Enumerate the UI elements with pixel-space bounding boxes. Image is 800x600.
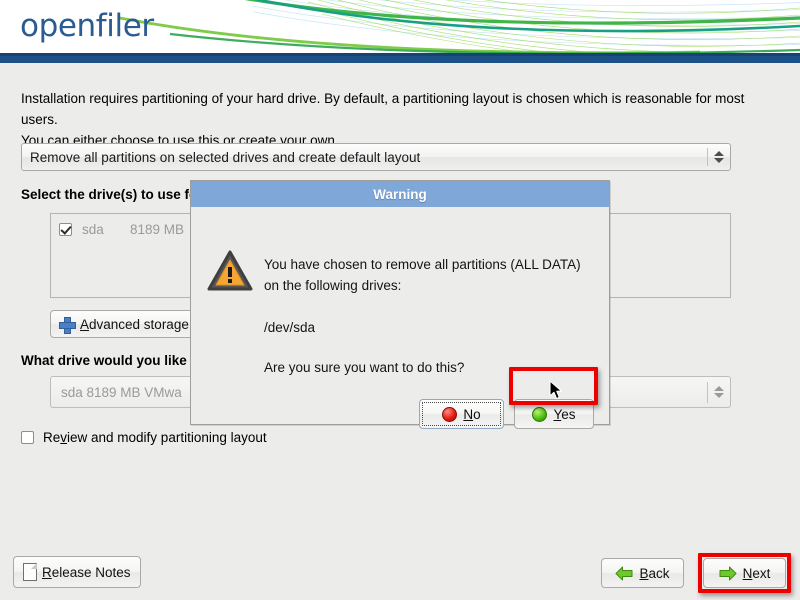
review-layout-checkbox[interactable] xyxy=(21,431,34,444)
back-button[interactable]: Back xyxy=(601,558,684,588)
dialog-yes-label: Yes xyxy=(553,406,576,422)
drive-checkbox[interactable] xyxy=(59,223,72,236)
dialog-yes-button[interactable]: Yes xyxy=(514,399,594,429)
next-label: Next xyxy=(742,565,771,581)
dialog-title-bar: Warning xyxy=(191,181,609,207)
advanced-storage-label: Advanced storage xyxy=(80,316,189,332)
drive-list-row[interactable]: sda 8189 MB xyxy=(59,222,184,237)
red-dot-icon xyxy=(442,406,458,422)
dialog-question: Are you sure you want to do this? xyxy=(264,360,465,375)
drive-size: 8189 MB xyxy=(130,222,185,237)
release-notes-button[interactable]: Release Notes xyxy=(13,556,141,588)
partition-layout-select[interactable]: Remove all partitions on selected drives… xyxy=(21,143,731,171)
warning-triangle-icon xyxy=(207,250,253,291)
warning-dialog: Warning You have chosen to remove all pa… xyxy=(190,180,610,429)
arrow-left-icon xyxy=(615,566,633,580)
plus-icon xyxy=(59,316,76,334)
back-label: Back xyxy=(639,565,670,581)
dialog-no-button[interactable]: No xyxy=(419,399,504,429)
banner-blue-bar-shade xyxy=(0,53,800,56)
advanced-storage-accel: A xyxy=(80,316,90,332)
select-drives-label: Select the drive(s) to use fo xyxy=(21,187,198,202)
review-layout-row[interactable]: Review and modify partitioning layout xyxy=(21,430,267,445)
release-notes-label: Release Notes xyxy=(42,564,131,580)
intro-text: Installation requires partitioning of yo… xyxy=(21,88,781,151)
dialog-drive-name: /dev/sda xyxy=(264,320,316,335)
dialog-no-label: No xyxy=(463,406,481,422)
mouse-cursor xyxy=(549,380,563,400)
drive-name: sda xyxy=(82,222,104,237)
boot-drive-label: What drive would you like xyxy=(21,353,187,368)
dialog-message: You have chosen to remove all partitions… xyxy=(264,257,581,293)
review-layout-label: Review and modify partitioning layout xyxy=(43,430,267,445)
intro-line-1: Installation requires partitioning of yo… xyxy=(21,91,745,127)
green-dot-icon xyxy=(532,406,548,422)
spinner-up-down-icon[interactable] xyxy=(708,386,730,398)
installer-window: openfiler Installation requires partitio… xyxy=(0,0,800,600)
app-banner: openfiler xyxy=(0,0,800,53)
openfiler-logo: openfiler xyxy=(20,8,154,44)
dialog-title: Warning xyxy=(373,186,427,202)
arrow-right-icon xyxy=(719,566,737,580)
next-button[interactable]: Next xyxy=(703,558,786,588)
partition-layout-select-value: Remove all partitions on selected drives… xyxy=(30,149,421,165)
document-icon xyxy=(23,563,37,581)
dialog-body: You have chosen to remove all partitions… xyxy=(191,207,609,429)
spinner-up-down-icon[interactable] xyxy=(708,151,730,163)
